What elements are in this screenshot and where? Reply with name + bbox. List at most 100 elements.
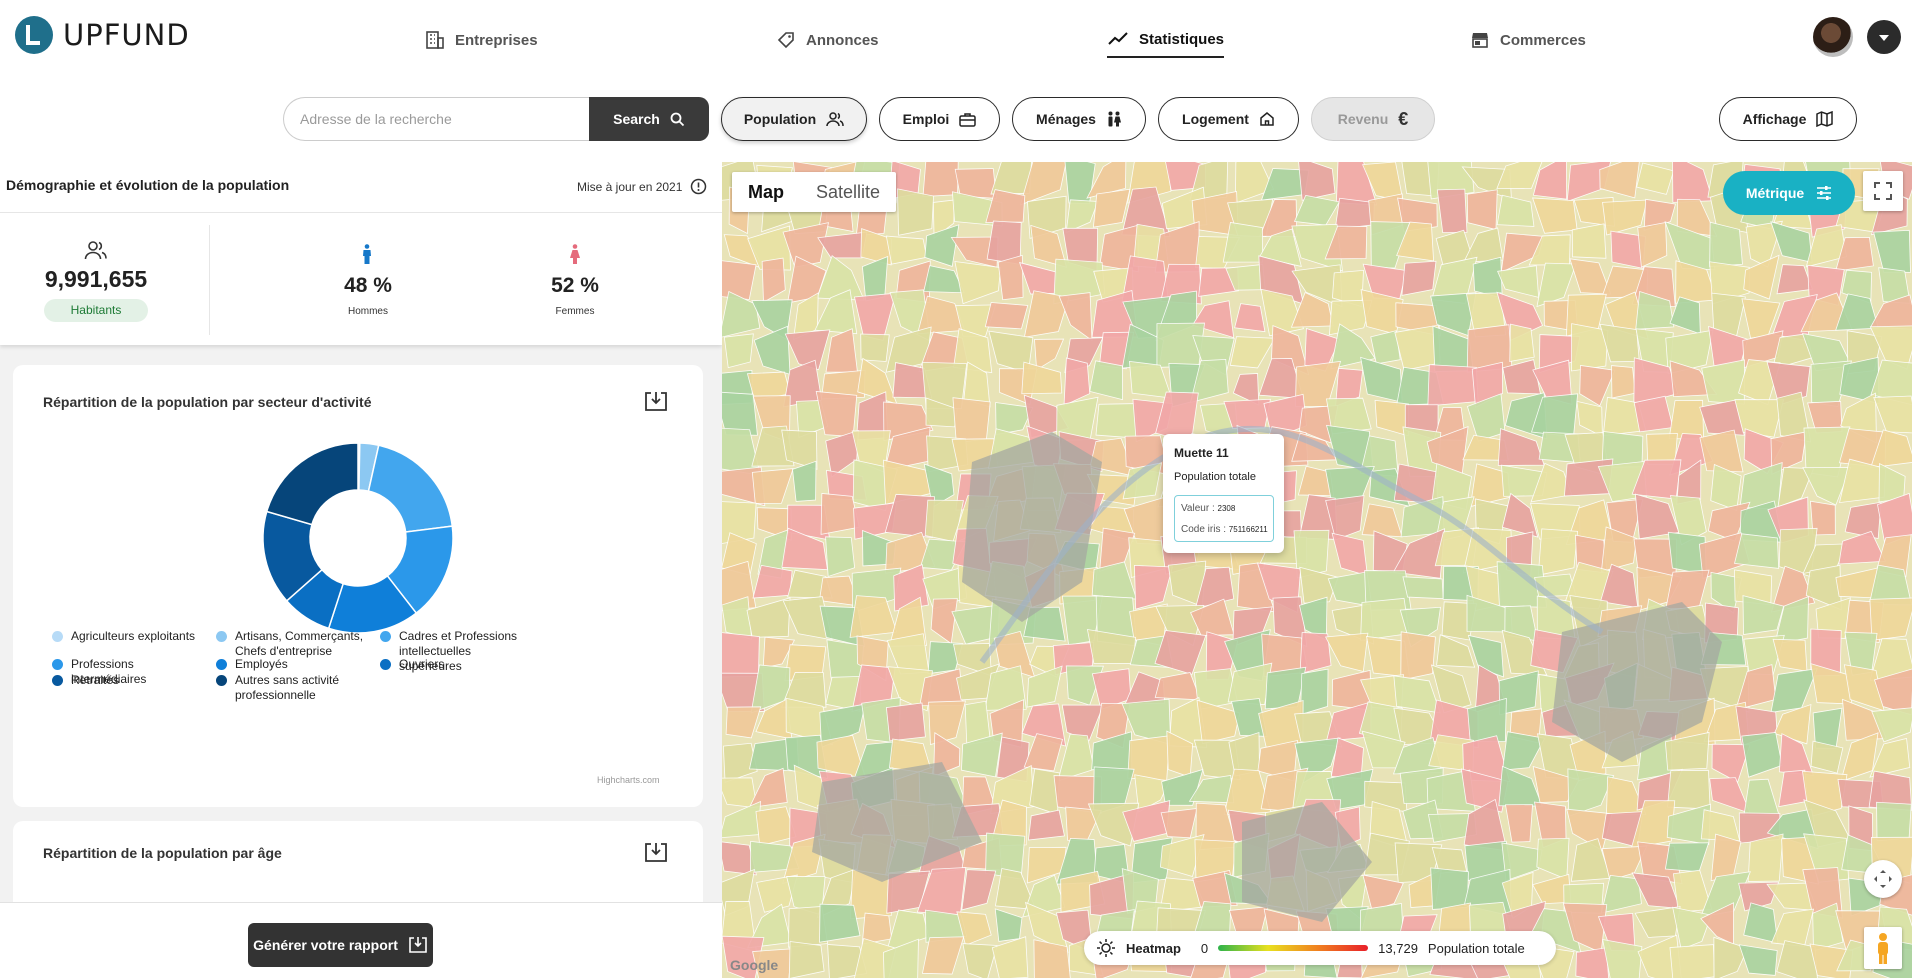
- heatmap-cell[interactable]: [1633, 395, 1674, 433]
- heatmap-cell[interactable]: [962, 943, 998, 978]
- heatmap-cell[interactable]: [922, 162, 959, 197]
- heatmap-cell[interactable]: [853, 292, 897, 341]
- heatmap-layer[interactable]: [722, 162, 1912, 978]
- heatmap-cell[interactable]: [952, 397, 991, 444]
- street-view-button[interactable]: [1864, 927, 1902, 969]
- heatmap-cell[interactable]: [722, 290, 761, 338]
- heatmap-cell[interactable]: [1665, 569, 1710, 610]
- heatmap-cell[interactable]: [788, 941, 825, 978]
- heatmap-cell[interactable]: [1747, 833, 1784, 882]
- heatmap-cell[interactable]: [1324, 632, 1369, 673]
- heatmap-cell[interactable]: [1065, 199, 1099, 234]
- filter-emploi[interactable]: Emploi: [879, 97, 1000, 141]
- heatmap-cell[interactable]: [1063, 357, 1091, 407]
- heatmap-cell[interactable]: [1509, 323, 1535, 362]
- map-type-satellite-button[interactable]: Satellite: [800, 172, 896, 212]
- heatmap-cell[interactable]: [1576, 400, 1603, 438]
- heatmap-cell[interactable]: [1738, 944, 1778, 976]
- heatmap-cell[interactable]: [1611, 365, 1636, 399]
- heatmap-cell[interactable]: [961, 869, 997, 911]
- heatmap-cell[interactable]: [1844, 501, 1882, 540]
- heatmap-cell[interactable]: [722, 800, 762, 839]
- heatmap-cell[interactable]: [924, 224, 960, 267]
- heatmap-cell[interactable]: [748, 767, 788, 809]
- heatmap-cell[interactable]: [1222, 221, 1264, 263]
- metric-button[interactable]: Métrique: [1723, 171, 1855, 215]
- heatmap-cell[interactable]: [1160, 808, 1198, 839]
- heatmap-cell[interactable]: [1575, 947, 1610, 978]
- heatmap-cell[interactable]: [885, 702, 926, 742]
- fullscreen-button[interactable]: [1863, 171, 1903, 211]
- legend-item[interactable]: Artisans, Commerçants, Chefs d'entrepris…: [216, 629, 376, 659]
- filter-revenu[interactable]: Revenu €: [1311, 97, 1435, 141]
- download-icon[interactable]: [644, 841, 668, 863]
- heatmap-cell[interactable]: [1713, 936, 1749, 978]
- heatmap-cell[interactable]: [1701, 359, 1745, 405]
- map-type-map-button[interactable]: Map: [732, 172, 800, 212]
- heatmap-cell[interactable]: [1739, 462, 1783, 510]
- heatmap-cell[interactable]: [761, 257, 786, 303]
- heatmap-cell[interactable]: [994, 908, 1023, 942]
- heatmap-cell[interactable]: [991, 936, 1029, 978]
- heatmap-cell[interactable]: [1400, 631, 1436, 681]
- heatmap-cell[interactable]: [1599, 162, 1640, 199]
- heatmap-cell[interactable]: [1709, 221, 1743, 267]
- heatmap-cell[interactable]: [1770, 908, 1815, 947]
- heatmap-cell[interactable]: [928, 700, 966, 746]
- heatmap-cell[interactable]: [997, 254, 1024, 301]
- heatmap-cell[interactable]: [1672, 162, 1714, 203]
- heatmap-cell[interactable]: [1402, 576, 1444, 600]
- generate-report-button[interactable]: Générer votre rapport: [248, 923, 433, 967]
- pie-slice[interactable]: [265, 442, 359, 526]
- heatmap-cell[interactable]: [1497, 265, 1540, 298]
- filter-menages[interactable]: Ménages: [1012, 97, 1146, 141]
- heatmap-cell[interactable]: [1331, 532, 1368, 577]
- tab-commerces[interactable]: Commerces: [1470, 22, 1586, 58]
- legend-item[interactable]: Retraités: [52, 673, 212, 688]
- sun-icon[interactable]: [1096, 938, 1116, 958]
- heatmap-cell[interactable]: [1027, 809, 1065, 841]
- heatmap-cell[interactable]: [1427, 364, 1479, 407]
- heatmap-cell[interactable]: [1154, 672, 1202, 701]
- heatmap-cell[interactable]: [725, 706, 762, 739]
- heatmap-cell[interactable]: [1537, 528, 1579, 576]
- heatmap-cell[interactable]: [1019, 261, 1058, 295]
- heatmap-cell[interactable]: [751, 468, 794, 504]
- heatmap-cell[interactable]: [1463, 227, 1504, 263]
- heatmap-cell[interactable]: [1095, 403, 1139, 439]
- heatmap-cell[interactable]: [825, 328, 858, 373]
- heatmap-cell[interactable]: [1776, 264, 1813, 295]
- heatmap-cell[interactable]: [1669, 944, 1715, 978]
- heatmap-cell[interactable]: [1092, 188, 1131, 228]
- heatmap-cell[interactable]: [1637, 221, 1668, 268]
- map-pan-control[interactable]: [1864, 860, 1902, 898]
- heatmap-cell[interactable]: [1536, 837, 1570, 881]
- heatmap-cell[interactable]: [1876, 801, 1912, 842]
- heatmap-cell[interactable]: [1699, 429, 1744, 473]
- heatmap-cell[interactable]: [792, 460, 817, 502]
- heatmap-cell[interactable]: [1089, 360, 1123, 401]
- legend-item[interactable]: Autres sans activité professionnelle: [216, 673, 376, 703]
- heatmap-cell[interactable]: [1810, 740, 1844, 774]
- search-button[interactable]: Search: [589, 97, 709, 141]
- info-icon[interactable]: [690, 178, 707, 195]
- heatmap-cell[interactable]: [1229, 336, 1276, 369]
- heatmap-cell[interactable]: [1873, 395, 1912, 434]
- legend-item[interactable]: Employés: [216, 657, 376, 672]
- heatmap-cell[interactable]: [1496, 194, 1535, 227]
- pie-slice[interactable]: [367, 444, 454, 533]
- heatmap-cell[interactable]: [1532, 197, 1578, 234]
- heatmap-cell[interactable]: [722, 260, 757, 300]
- chart-credit[interactable]: Highcharts.com: [597, 775, 660, 785]
- heatmap-cell[interactable]: [1741, 731, 1783, 778]
- affichage-button[interactable]: Affichage: [1719, 97, 1857, 141]
- heatmap-cell[interactable]: [1873, 229, 1911, 273]
- heatmap-cell[interactable]: [1672, 906, 1712, 950]
- heatmap-cell[interactable]: [1505, 804, 1533, 843]
- heatmap-cell[interactable]: [1709, 777, 1752, 815]
- filter-population[interactable]: Population: [721, 97, 867, 141]
- heatmap-cell[interactable]: [1360, 356, 1403, 403]
- heatmap-cell[interactable]: [1401, 260, 1437, 296]
- heatmap-cell[interactable]: [1058, 292, 1093, 342]
- heatmap-cell[interactable]: [1743, 778, 1780, 817]
